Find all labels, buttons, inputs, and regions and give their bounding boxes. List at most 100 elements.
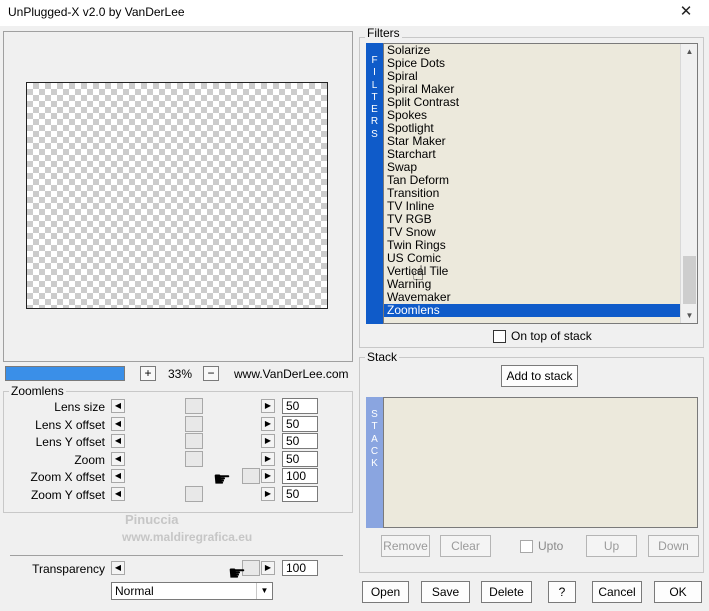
strip-letter: R: [370, 116, 379, 128]
slider-thumb[interactable]: [242, 468, 260, 485]
zoomlens-group-label: Zoomlens: [9, 384, 66, 398]
slider-left-arrow-icon[interactable]: ◀: [111, 434, 125, 449]
remove-button[interactable]: Remove: [381, 535, 430, 557]
watermark-site: www.maldiregrafica.eu: [122, 530, 253, 544]
slider-label: Lens X offset: [35, 417, 105, 432]
pointing-hand-icon: ☝: [412, 263, 425, 285]
zoom-out-button[interactable]: −: [203, 366, 219, 381]
website-link[interactable]: www.VanDerLee.com: [234, 367, 349, 381]
clear-button[interactable]: Clear: [440, 535, 491, 557]
pointing-hand-icon: ☛: [228, 563, 246, 585]
slider-left-arrow-icon[interactable]: ◀: [111, 487, 125, 501]
slider-label: Zoom: [74, 452, 105, 467]
blend-mode-select[interactable]: Normal ▼: [111, 582, 273, 600]
filters-scrollbar[interactable]: ▲ ▼: [680, 44, 697, 323]
strip-letter: A: [371, 433, 378, 445]
strip-letter: K: [371, 458, 378, 470]
filters-strip: FILTERS: [366, 43, 383, 324]
slider-row: Zoom X offset ◀ ▶ 100: [0, 468, 350, 486]
on-top-checkbox[interactable]: [493, 330, 506, 343]
strip-letter: T: [371, 421, 378, 433]
ok-button[interactable]: OK: [654, 581, 702, 603]
stack-strip: STACK: [366, 397, 383, 528]
chevron-down-icon[interactable]: ▼: [256, 583, 272, 599]
slider-thumb[interactable]: [185, 450, 203, 467]
filters-listbox[interactable]: Solarize Spice Dots Spiral Spiral Maker Spli…: [383, 43, 698, 324]
preview-panel: [3, 31, 353, 362]
upto-checkbox[interactable]: [520, 540, 533, 553]
transparency-right-arrow-icon[interactable]: ▶: [261, 561, 275, 575]
slider-value[interactable]: 50: [282, 415, 318, 432]
open-button[interactable]: Open: [362, 581, 409, 603]
strip-letter: S: [371, 128, 378, 140]
slider-right-arrow-icon[interactable]: ▶: [261, 487, 275, 501]
slider-right-arrow-icon[interactable]: ▶: [261, 399, 275, 413]
cancel-button[interactable]: Cancel: [592, 581, 642, 603]
scrollbar-thumb[interactable]: [683, 256, 696, 304]
strip-letter: I: [373, 67, 376, 79]
slider-label: Lens Y offset: [35, 435, 105, 450]
preview-canvas[interactable]: [26, 82, 328, 309]
slider-left-arrow-icon[interactable]: ◀: [111, 416, 125, 431]
strip-letter: E: [371, 104, 378, 116]
slider-right-arrow-icon[interactable]: ▶: [261, 434, 275, 449]
stack-group-label: Stack: [365, 350, 400, 364]
slider-value[interactable]: 100: [282, 468, 318, 485]
plugin-window: UnPlugged-X v2.0 by VanDerLee ✕ + 33% − …: [0, 0, 709, 611]
slider-label: Lens size: [54, 400, 105, 414]
delete-button[interactable]: Delete: [481, 581, 532, 603]
pointing-hand-icon: ☛: [213, 469, 231, 491]
slider-row: Zoom Y offset ◀ ▶ 50: [0, 486, 350, 504]
upto-label: Upto: [538, 539, 564, 553]
slider-value[interactable]: 50: [282, 398, 318, 414]
title-bar: UnPlugged-X v2.0 by VanDerLee ✕: [0, 0, 709, 26]
help-button[interactable]: ?: [548, 581, 576, 603]
slider-right-arrow-icon[interactable]: ▶: [261, 469, 275, 484]
slider-row: Lens size ◀ ▶ 50: [0, 398, 350, 416]
slider-label: Zoom Y offset: [30, 488, 105, 502]
slider-thumb[interactable]: [185, 398, 203, 414]
strip-letter: T: [371, 91, 378, 103]
blend-mode-value: Normal: [115, 584, 154, 598]
slider-thumb[interactable]: [185, 415, 203, 432]
slider-row: Lens X offset ◀ ▶ 50: [0, 415, 350, 434]
transparency-label: Transparency: [32, 562, 105, 576]
transparency-left-arrow-icon[interactable]: ◀: [111, 561, 125, 575]
slider-row: Zoom ◀ ▶ 50: [0, 450, 350, 469]
slider-label: Zoom X offset: [30, 470, 105, 485]
slider-row: Lens Y offset ◀ ▶ 50: [0, 433, 350, 451]
list-item[interactable]: Zoomlens: [384, 304, 697, 317]
slider-value[interactable]: 50: [282, 450, 318, 467]
zoom-in-button[interactable]: +: [140, 366, 156, 381]
list-item[interactable]: Starchart: [384, 148, 697, 161]
zoom-progress-bar: [5, 366, 125, 381]
slider-thumb[interactable]: [185, 486, 203, 502]
list-item[interactable]: Split Contrast: [384, 96, 697, 109]
transparency-value[interactable]: 100: [282, 560, 318, 576]
zoom-value: 33%: [168, 367, 193, 381]
slider-value[interactable]: 50: [282, 486, 318, 502]
close-icon[interactable]: ✕: [671, 1, 701, 23]
slider-left-arrow-icon[interactable]: ◀: [111, 451, 125, 466]
scroll-down-icon[interactable]: ▼: [682, 308, 697, 323]
transparency-row: Transparency ◀ ▶ 100: [0, 560, 350, 578]
scroll-up-icon[interactable]: ▲: [682, 44, 697, 59]
slider-left-arrow-icon[interactable]: ◀: [111, 399, 125, 413]
slider-right-arrow-icon[interactable]: ▶: [261, 451, 275, 466]
down-button[interactable]: Down: [648, 535, 699, 557]
strip-letter: L: [371, 79, 378, 91]
add-to-stack-button[interactable]: Add to stack: [501, 365, 578, 387]
slider-right-arrow-icon[interactable]: ▶: [261, 416, 275, 431]
slider-track[interactable]: [127, 469, 260, 484]
strip-letter: C: [370, 445, 379, 457]
list-item[interactable]: Spice Dots: [384, 57, 697, 70]
watermark-name: Pinuccia: [125, 512, 179, 527]
stack-listbox[interactable]: [383, 397, 698, 528]
save-button[interactable]: Save: [421, 581, 470, 603]
slider-value[interactable]: 50: [282, 433, 318, 450]
up-button[interactable]: Up: [586, 535, 637, 557]
filters-group-label: Filters: [365, 26, 402, 40]
slider-left-arrow-icon[interactable]: ◀: [111, 469, 125, 484]
slider-thumb[interactable]: [185, 433, 203, 450]
strip-letter: S: [371, 409, 378, 420]
